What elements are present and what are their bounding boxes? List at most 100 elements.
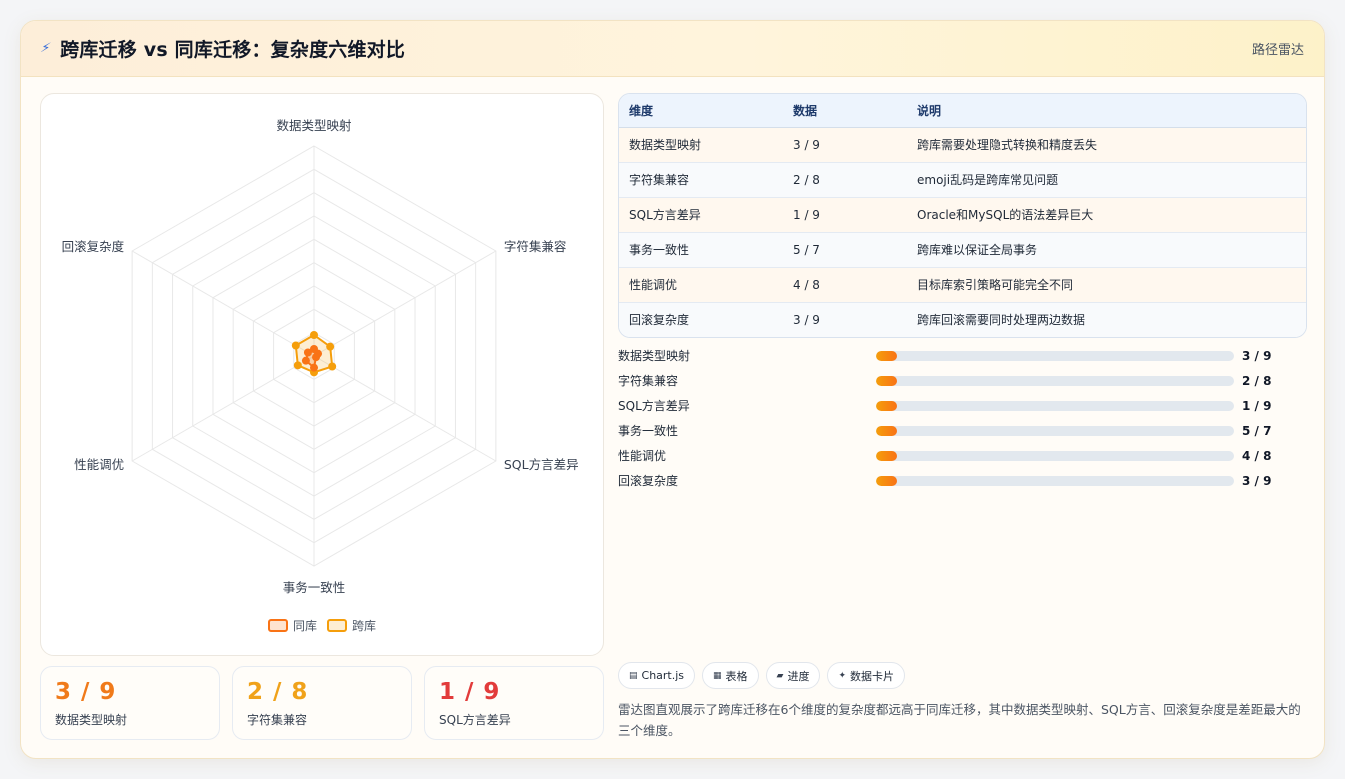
table-cell: 性能调优: [619, 267, 783, 303]
column-header: 说明: [907, 94, 1306, 128]
tag-table[interactable]: ▦ 表格: [702, 662, 759, 689]
radar-axis-label: 字符集兼容: [504, 239, 567, 254]
progress-fill: [876, 426, 898, 436]
progress-icon: ▰: [776, 670, 784, 681]
stat-cards: 3 / 9 数据类型映射 2 / 8 字符集兼容 1 / 9 SQL方言差异: [40, 666, 604, 740]
stat-card: 3 / 9 数据类型映射: [40, 666, 220, 740]
progress-track: [876, 401, 1234, 411]
radar-axis-label: 性能调优: [74, 457, 124, 472]
stat-value: 3 / 9: [55, 679, 117, 705]
progress-track: [876, 451, 1234, 461]
progress-value: 2 / 8: [1242, 374, 1272, 388]
table-icon: ▦: [713, 670, 722, 681]
tag-label: 表格: [725, 669, 748, 683]
progress-row: 数据类型映射 3 / 9: [618, 347, 1307, 372]
legend-label: 跨库: [352, 618, 376, 633]
progress-row: 回滚复杂度 3 / 9: [618, 472, 1307, 497]
table-row: 字符集兼容 2 / 8 emoji乱码是跨库常见问题: [619, 162, 1306, 198]
progress-label: SQL方言差异: [618, 399, 690, 413]
progress-fill: [876, 476, 898, 486]
tag-progress[interactable]: ▰ 进度: [765, 662, 821, 689]
table-cell: 数据类型映射: [619, 127, 783, 163]
table-cell: SQL方言差异: [619, 197, 783, 233]
sparkle-icon: ✦: [838, 670, 847, 681]
radar-point: [312, 353, 321, 362]
progress-value: 3 / 9: [1242, 349, 1272, 363]
main-card: ⚡ 跨库迁移 vs 同库迁移：复杂度六维对比 路径雷达 数据类型映射 字符集兼容 S…: [20, 20, 1325, 759]
progress-row: 性能调优 4 / 8: [618, 447, 1307, 472]
legend-swatch: [327, 619, 347, 632]
stat-value: 2 / 8: [247, 679, 309, 705]
progress-value: 3 / 9: [1242, 474, 1272, 488]
stat-card: 1 / 9 SQL方言差异: [424, 666, 604, 740]
page-title: 跨库迁移 vs 同库迁移：复杂度六维对比: [60, 39, 406, 61]
progress-row: 事务一致性 5 / 7: [618, 422, 1307, 447]
progress-track: [876, 426, 1234, 436]
progress-row: SQL方言差异 1 / 9: [618, 397, 1307, 422]
table-cell: 回滚复杂度: [619, 302, 783, 337]
tag-data-card[interactable]: ✦ 数据卡片: [827, 662, 906, 689]
table-row: 回滚复杂度 3 / 9 跨库回滚需要同时处理两边数据: [619, 302, 1306, 337]
progress-value: 1 / 9: [1242, 399, 1272, 413]
tech-tags: ▤ Chart.js ▦ 表格 ▰ 进度 ✦ 数据卡片: [618, 662, 906, 689]
table-cell: 5 / 7: [783, 232, 907, 268]
progress-value: 5 / 7: [1242, 424, 1272, 438]
table-cell: 3 / 9: [783, 127, 907, 163]
table-cell: 3 / 9: [783, 302, 907, 337]
radar-spoke: [131, 355, 315, 462]
progress-value: 4 / 8: [1242, 449, 1272, 463]
progress-label: 事务一致性: [618, 424, 679, 438]
progress-fill: [876, 401, 898, 411]
radar-chart: 数据类型映射字符集兼容 SQL方言差异事务一致性 性能调优 回滚复杂度同库 跨库: [62, 118, 579, 633]
column-header: 数据: [783, 94, 907, 128]
table-row: 数据类型映射 3 / 9 跨库需要处理隐式转换和精度丢失: [619, 127, 1306, 163]
stat-label: 数据类型映射: [55, 713, 128, 727]
table-cell: emoji乱码是跨库常见问题: [907, 162, 1306, 198]
chart-icon: ▤: [629, 670, 638, 681]
progress-list: 数据类型映射 3 / 9 字符集兼容 2 / 8 SQL方言差异 1 / 9 事…: [618, 347, 1307, 497]
radar-axis-label: 数据类型映射: [276, 118, 351, 133]
radar-axis-label: 回滚复杂度: [62, 239, 125, 254]
progress-label: 数据类型映射: [618, 349, 691, 363]
tag-label: 数据卡片: [850, 669, 895, 683]
header-tag: 路径雷达: [1251, 43, 1304, 58]
table-cell: 4 / 8: [783, 267, 907, 303]
stat-value: 1 / 9: [439, 679, 501, 705]
summary-text: 雷达图直观展示了跨库迁移在6个维度的复杂度都远高于同库迁移，其中数据类型映射、S…: [618, 702, 1301, 738]
radar-point: [328, 362, 337, 371]
radar-spoke: [131, 250, 315, 357]
radar-point: [310, 331, 318, 339]
radar-axis-label: 事务一致性: [283, 580, 346, 595]
table-cell: 2 / 8: [783, 162, 907, 198]
radar-point: [293, 361, 302, 370]
radar-axis-label: SQL方言差异: [504, 457, 579, 472]
radar-spoke: [313, 250, 497, 357]
card-header: ⚡ 跨库迁移 vs 同库迁移：复杂度六维对比 路径雷达: [21, 21, 1324, 77]
progress-track: [876, 476, 1234, 486]
tag-chartjs[interactable]: ▤ Chart.js: [618, 662, 696, 689]
column-header: 维度: [619, 94, 783, 128]
progress-row: 字符集兼容 2 / 8: [618, 372, 1307, 397]
table-cell: Oracle和MySQL的语法差异巨大: [907, 197, 1306, 233]
progress-fill: [876, 351, 898, 361]
tag-label: 进度: [787, 669, 810, 683]
radar-point: [301, 356, 310, 365]
progress-fill: [876, 451, 898, 461]
progress-label: 字符集兼容: [618, 374, 679, 388]
progress-track: [876, 351, 1234, 361]
stat-card: 2 / 8 字符集兼容: [232, 666, 412, 740]
table-row: 性能调优 4 / 8 目标库索引策略可能完全不同: [619, 267, 1306, 303]
radar-point: [326, 342, 335, 351]
table-cell: 事务一致性: [619, 232, 783, 268]
progress-track: [876, 376, 1234, 386]
stat-label: 字符集兼容: [247, 713, 308, 727]
radar-spoke: [313, 355, 497, 462]
table-cell: 目标库索引策略可能完全不同: [907, 267, 1306, 303]
table-cell: 1 / 9: [783, 197, 907, 233]
radar-point: [303, 348, 312, 357]
table-cell: 跨库需要处理隐式转换和精度丢失: [907, 127, 1306, 163]
table-row: SQL方言差异 1 / 9 Oracle和MySQL的语法差异巨大: [619, 197, 1306, 233]
table-cell: 跨库回滚需要同时处理两边数据: [907, 302, 1306, 337]
stat-label: SQL方言差异: [439, 713, 511, 727]
bolt-icon: ⚡: [38, 41, 53, 56]
